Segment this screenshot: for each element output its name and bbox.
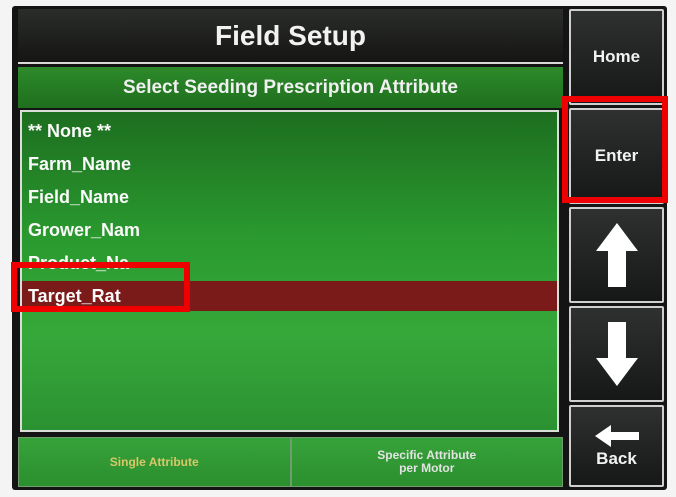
side-button-column: Home Enter Back <box>569 9 664 487</box>
attribute-mode-bar: Single Attribute Specific Attribute per … <box>18 437 563 487</box>
page-title: Field Setup <box>18 9 563 64</box>
list-item-grower-name[interactable]: Grower_Nam <box>28 215 553 245</box>
list-item-field-name[interactable]: Field_Name <box>28 182 553 212</box>
display-screen: Field Setup Select Seeding Prescription … <box>12 6 667 490</box>
list-item-farm-name[interactable]: Farm_Name <box>28 149 553 179</box>
specific-attribute-line2: per Motor <box>399 461 455 475</box>
specific-attribute-label: Specific Attribute per Motor <box>377 449 476 475</box>
list-item-none[interactable]: ** None ** <box>28 116 553 146</box>
home-button[interactable]: Home <box>569 9 664 105</box>
main-panel: Field Setup Select Seeding Prescription … <box>18 9 563 487</box>
page-subtitle: Select Seeding Prescription Attribute <box>18 67 563 108</box>
specific-attribute-line1: Specific Attribute <box>377 448 477 462</box>
arrow-up-icon <box>595 223 638 287</box>
scroll-up-button[interactable] <box>569 207 664 303</box>
back-label: Back <box>596 449 637 468</box>
enter-highlight-box <box>562 96 668 203</box>
specific-attribute-per-motor-button[interactable]: Specific Attribute per Motor <box>290 437 563 487</box>
home-label: Home <box>592 47 641 66</box>
back-button[interactable]: Back <box>569 405 664 487</box>
single-attribute-label: Single Attribute <box>109 454 199 469</box>
arrow-down-icon <box>595 322 638 386</box>
scroll-down-button[interactable] <box>569 306 664 402</box>
single-attribute-button[interactable]: Single Attribute <box>18 437 291 487</box>
target-rate-highlight-box <box>11 262 190 312</box>
arrow-left-icon <box>594 425 639 447</box>
